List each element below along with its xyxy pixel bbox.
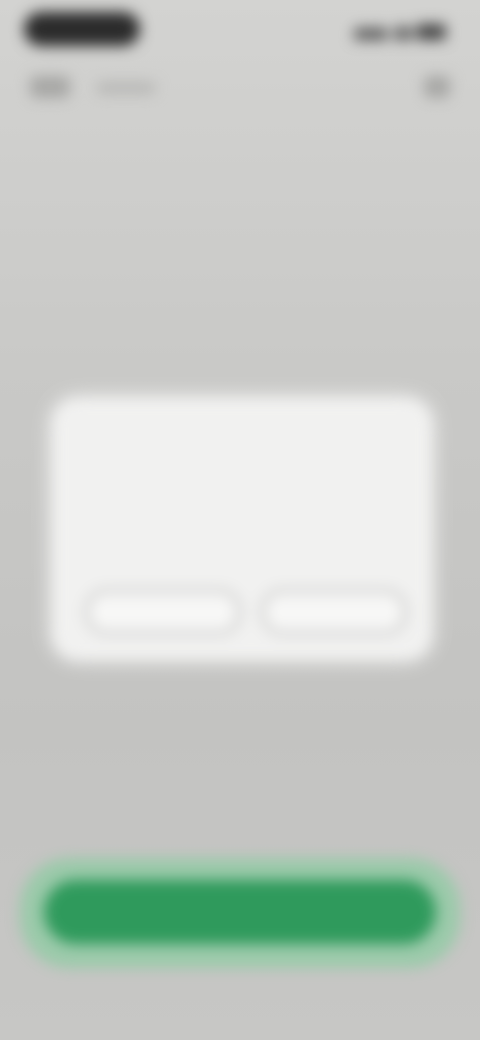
back-arrow-icon[interactable]	[30, 76, 70, 98]
blurred-content-layer	[0, 0, 480, 1040]
top-nav-bar	[0, 70, 480, 110]
status-bar	[0, 0, 480, 70]
more-icon[interactable]	[424, 76, 450, 98]
status-icons	[354, 22, 446, 40]
dialog-primary-button[interactable]	[262, 590, 406, 634]
status-time	[24, 12, 140, 46]
alert-dialog	[52, 398, 432, 660]
secondary-link[interactable]	[180, 966, 300, 986]
battery-icon	[416, 24, 446, 40]
signal-icon	[354, 28, 388, 40]
app-screen	[0, 0, 480, 1040]
dialog-secondary-button[interactable]	[86, 590, 240, 634]
wifi-icon	[394, 26, 412, 40]
primary-action-button[interactable]	[44, 880, 436, 944]
nav-title	[96, 82, 156, 94]
